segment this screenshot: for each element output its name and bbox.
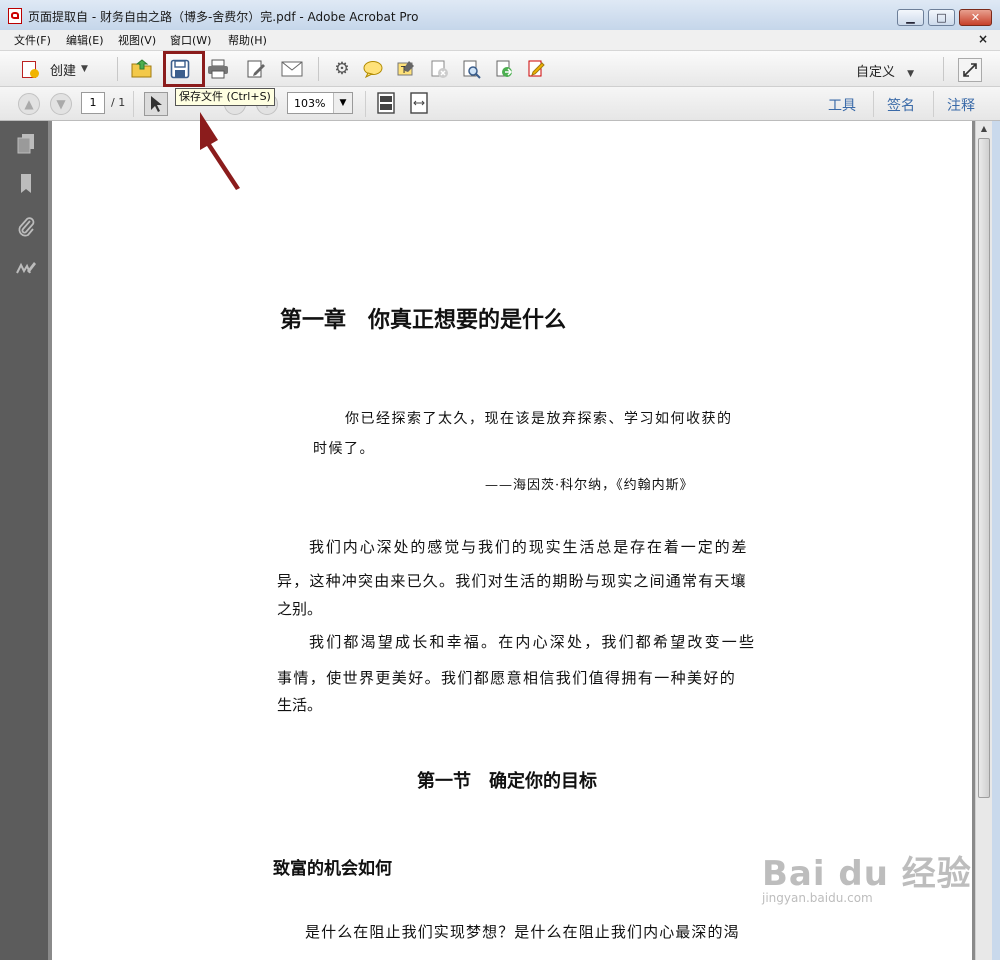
fit-width-icon[interactable] bbox=[408, 92, 430, 114]
previous-page-icon[interactable]: ▲ bbox=[18, 93, 40, 115]
sign-panel-link[interactable]: 签名 bbox=[887, 95, 915, 115]
save-tooltip: 保存文件 (Ctrl+S) bbox=[175, 88, 275, 106]
main-toolbar: 创建 ▼ ⚙ T 自定义 ▼ bbox=[0, 50, 1000, 87]
window-title: 页面提取自 - 财务自由之路（博多-舍费尔）完.pdf - Adobe Acro… bbox=[28, 10, 419, 24]
menu-help[interactable]: 帮助(H) bbox=[228, 32, 267, 48]
delete-page-icon[interactable] bbox=[428, 58, 450, 80]
create-button[interactable]: 创建 ▼ bbox=[20, 58, 88, 80]
tools-panel-link[interactable]: 工具 bbox=[828, 95, 856, 115]
attachment-icon[interactable] bbox=[16, 215, 36, 237]
signature-icon[interactable] bbox=[16, 259, 36, 281]
title-bar: 页面提取自 - 财务自由之路（博多-舍费尔）完.pdf - Adobe Acro… bbox=[0, 0, 1000, 30]
scroll-up-icon[interactable]: ▲ bbox=[976, 121, 992, 137]
search-document-icon[interactable] bbox=[460, 58, 482, 80]
zoom-value: 103% bbox=[294, 97, 326, 110]
baidu-watermark: Bai du 经验 jingyan.baidu.com bbox=[762, 846, 972, 905]
select-cursor-icon[interactable] bbox=[144, 92, 168, 116]
menu-view[interactable]: 视图(V) bbox=[118, 32, 156, 48]
quote-attribution: ——海因茨·科尔纳，《约翰内斯》 bbox=[485, 478, 694, 493]
toolbar-divider bbox=[873, 91, 874, 117]
comment-bubble-icon[interactable] bbox=[362, 58, 384, 80]
paragraph-text: 我们内心深处的感觉与我们的现实生活总是存在着一定的差 bbox=[309, 538, 749, 556]
acrobat-app-icon bbox=[8, 8, 22, 24]
paragraph-text: 是什么在阻止我们实现梦想？是什么在阻止我们内心最深的渴 bbox=[305, 923, 740, 941]
window-right-border bbox=[992, 121, 1000, 960]
highlight-text-icon[interactable]: T bbox=[395, 58, 417, 80]
toolbar-divider bbox=[117, 57, 118, 81]
toolbar-divider bbox=[318, 57, 319, 81]
next-page-icon[interactable]: ▼ bbox=[50, 93, 72, 115]
open-folder-icon[interactable] bbox=[131, 58, 153, 80]
edit-document-icon[interactable] bbox=[245, 58, 267, 80]
maximize-icon: □ bbox=[936, 11, 947, 24]
zoom-select[interactable]: 103% ▼ bbox=[287, 92, 353, 114]
menu-file[interactable]: 文件(F) bbox=[14, 32, 51, 48]
close-document-icon[interactable]: × bbox=[978, 32, 988, 46]
expand-icon[interactable] bbox=[958, 58, 982, 82]
paragraph-text: 事情，使世界更美好。我们都愿意相信我们值得拥有一种美好的 bbox=[277, 669, 737, 687]
toolbar-divider bbox=[133, 91, 134, 117]
quote-text: 时候了。 bbox=[313, 441, 375, 457]
toolbar-divider bbox=[365, 91, 366, 117]
section-title: 第一节 确定你的目标 bbox=[417, 771, 597, 792]
gear-icon[interactable]: ⚙ bbox=[331, 58, 353, 80]
chevron-down-icon: ▼ bbox=[333, 93, 352, 113]
vertical-scrollbar[interactable]: ▲ bbox=[975, 121, 992, 960]
email-icon[interactable] bbox=[281, 58, 303, 80]
page-total: / 1 bbox=[111, 96, 126, 109]
menu-bar: 文件(F) 编辑(E) 视图(V) 窗口(W) 帮助(H) × bbox=[0, 30, 1000, 50]
subsection-title: 致富的机会如何 bbox=[273, 859, 392, 879]
menu-edit[interactable]: 编辑(E) bbox=[66, 32, 104, 48]
toolbar-divider bbox=[933, 91, 934, 117]
create-pdf-icon bbox=[20, 59, 40, 79]
paragraph-text: 我们都渴望成长和幸福。在内心深处，我们都希望改变一些 bbox=[309, 633, 757, 651]
maximize-button[interactable]: □ bbox=[928, 9, 955, 26]
pointer-arrow-annotation bbox=[200, 112, 240, 190]
customize-dropdown[interactable]: 自定义 ▼ bbox=[856, 61, 914, 80]
minimize-icon: ▁ bbox=[906, 11, 915, 24]
paragraph-text: 生活。 bbox=[277, 696, 323, 714]
paragraph-text: 之别。 bbox=[277, 600, 323, 618]
left-navigation-pane bbox=[0, 121, 48, 960]
export-document-icon[interactable] bbox=[493, 58, 515, 80]
quote-text: 你已经探索了太久，现在该是放弃探索、学习如何收获的 bbox=[345, 411, 733, 427]
paragraph-text: 异，这种冲突由来已久。我们对生活的期盼与现实之间通常有天壤 bbox=[277, 572, 747, 590]
minimize-button[interactable]: ▁ bbox=[897, 9, 924, 26]
chapter-title: 第一章 你真正想要的是什么 bbox=[280, 307, 567, 333]
comment-panel-link[interactable]: 注释 bbox=[947, 95, 975, 115]
chevron-down-icon: ▼ bbox=[81, 64, 88, 74]
scrollbar-thumb[interactable] bbox=[978, 138, 990, 798]
bookmark-icon[interactable] bbox=[16, 173, 36, 195]
sign-document-icon[interactable] bbox=[525, 58, 547, 80]
navigation-toolbar: ▲ ▼ 1 / 1 − + 103% ▼ 工具 签名 注释 bbox=[0, 87, 1000, 121]
create-label: 创建 bbox=[50, 63, 77, 79]
page-number-input[interactable]: 1 bbox=[81, 92, 105, 114]
customize-label: 自定义 bbox=[856, 65, 896, 80]
close-button[interactable]: ✕ bbox=[959, 9, 992, 26]
watermark-logo: Bai du 经验 bbox=[762, 854, 972, 894]
fit-page-icon[interactable] bbox=[375, 92, 397, 114]
page-thumbnails-icon[interactable] bbox=[16, 133, 36, 155]
pdf-page: 第一章 你真正想要的是什么 你已经探索了太久，现在该是放弃探索、学习如何收获的 … bbox=[52, 121, 972, 960]
menu-window[interactable]: 窗口(W) bbox=[170, 32, 211, 48]
print-icon[interactable] bbox=[207, 58, 229, 80]
chevron-down-icon: ▼ bbox=[907, 69, 915, 79]
close-icon: ✕ bbox=[970, 11, 981, 24]
save-highlight-box bbox=[163, 51, 205, 87]
document-viewport[interactable]: 第一章 你真正想要的是什么 你已经探索了太久，现在该是放弃探索、学习如何收获的 … bbox=[48, 121, 975, 960]
acrobat-window: 页面提取自 - 财务自由之路（博多-舍费尔）完.pdf - Adobe Acro… bbox=[0, 0, 1000, 960]
toolbar-divider bbox=[943, 57, 944, 81]
